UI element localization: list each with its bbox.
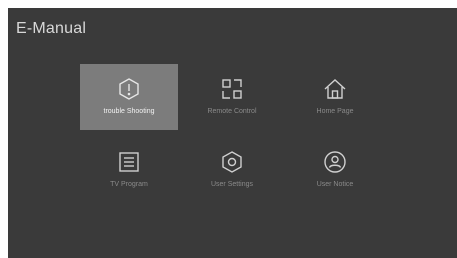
menu-item-tv-program[interactable]: TV Program bbox=[80, 137, 178, 203]
alert-icon bbox=[119, 78, 139, 100]
menu-item-home-page[interactable]: Home Page bbox=[286, 64, 384, 130]
menu-item-remote-control[interactable]: Remote Control bbox=[183, 64, 281, 130]
menu-item-label: User Settings bbox=[210, 181, 254, 188]
menu-item-user-settings[interactable]: User Settings bbox=[183, 137, 281, 203]
remote-control-icon bbox=[222, 79, 242, 99]
menu-item-label: TV Program bbox=[110, 181, 148, 188]
menu-item-label: User Notice bbox=[316, 181, 354, 188]
menu-item-label: Home Page bbox=[316, 108, 354, 115]
app-title: E-Manual bbox=[16, 20, 87, 37]
home-icon bbox=[324, 79, 346, 99]
menu-item-label: trouble Shooting bbox=[103, 108, 155, 115]
menu-item-trouble-shooting[interactable]: trouble Shooting bbox=[80, 64, 178, 130]
menu-item-user-notice[interactable]: User Notice bbox=[286, 137, 384, 203]
settings-icon bbox=[222, 151, 242, 173]
user-notice-icon bbox=[324, 151, 346, 173]
e-manual-screen: E-Manual trouble Shooting Remote Control… bbox=[8, 8, 457, 258]
tv-program-icon bbox=[119, 152, 139, 172]
menu-item-label: Remote Control bbox=[207, 108, 257, 115]
